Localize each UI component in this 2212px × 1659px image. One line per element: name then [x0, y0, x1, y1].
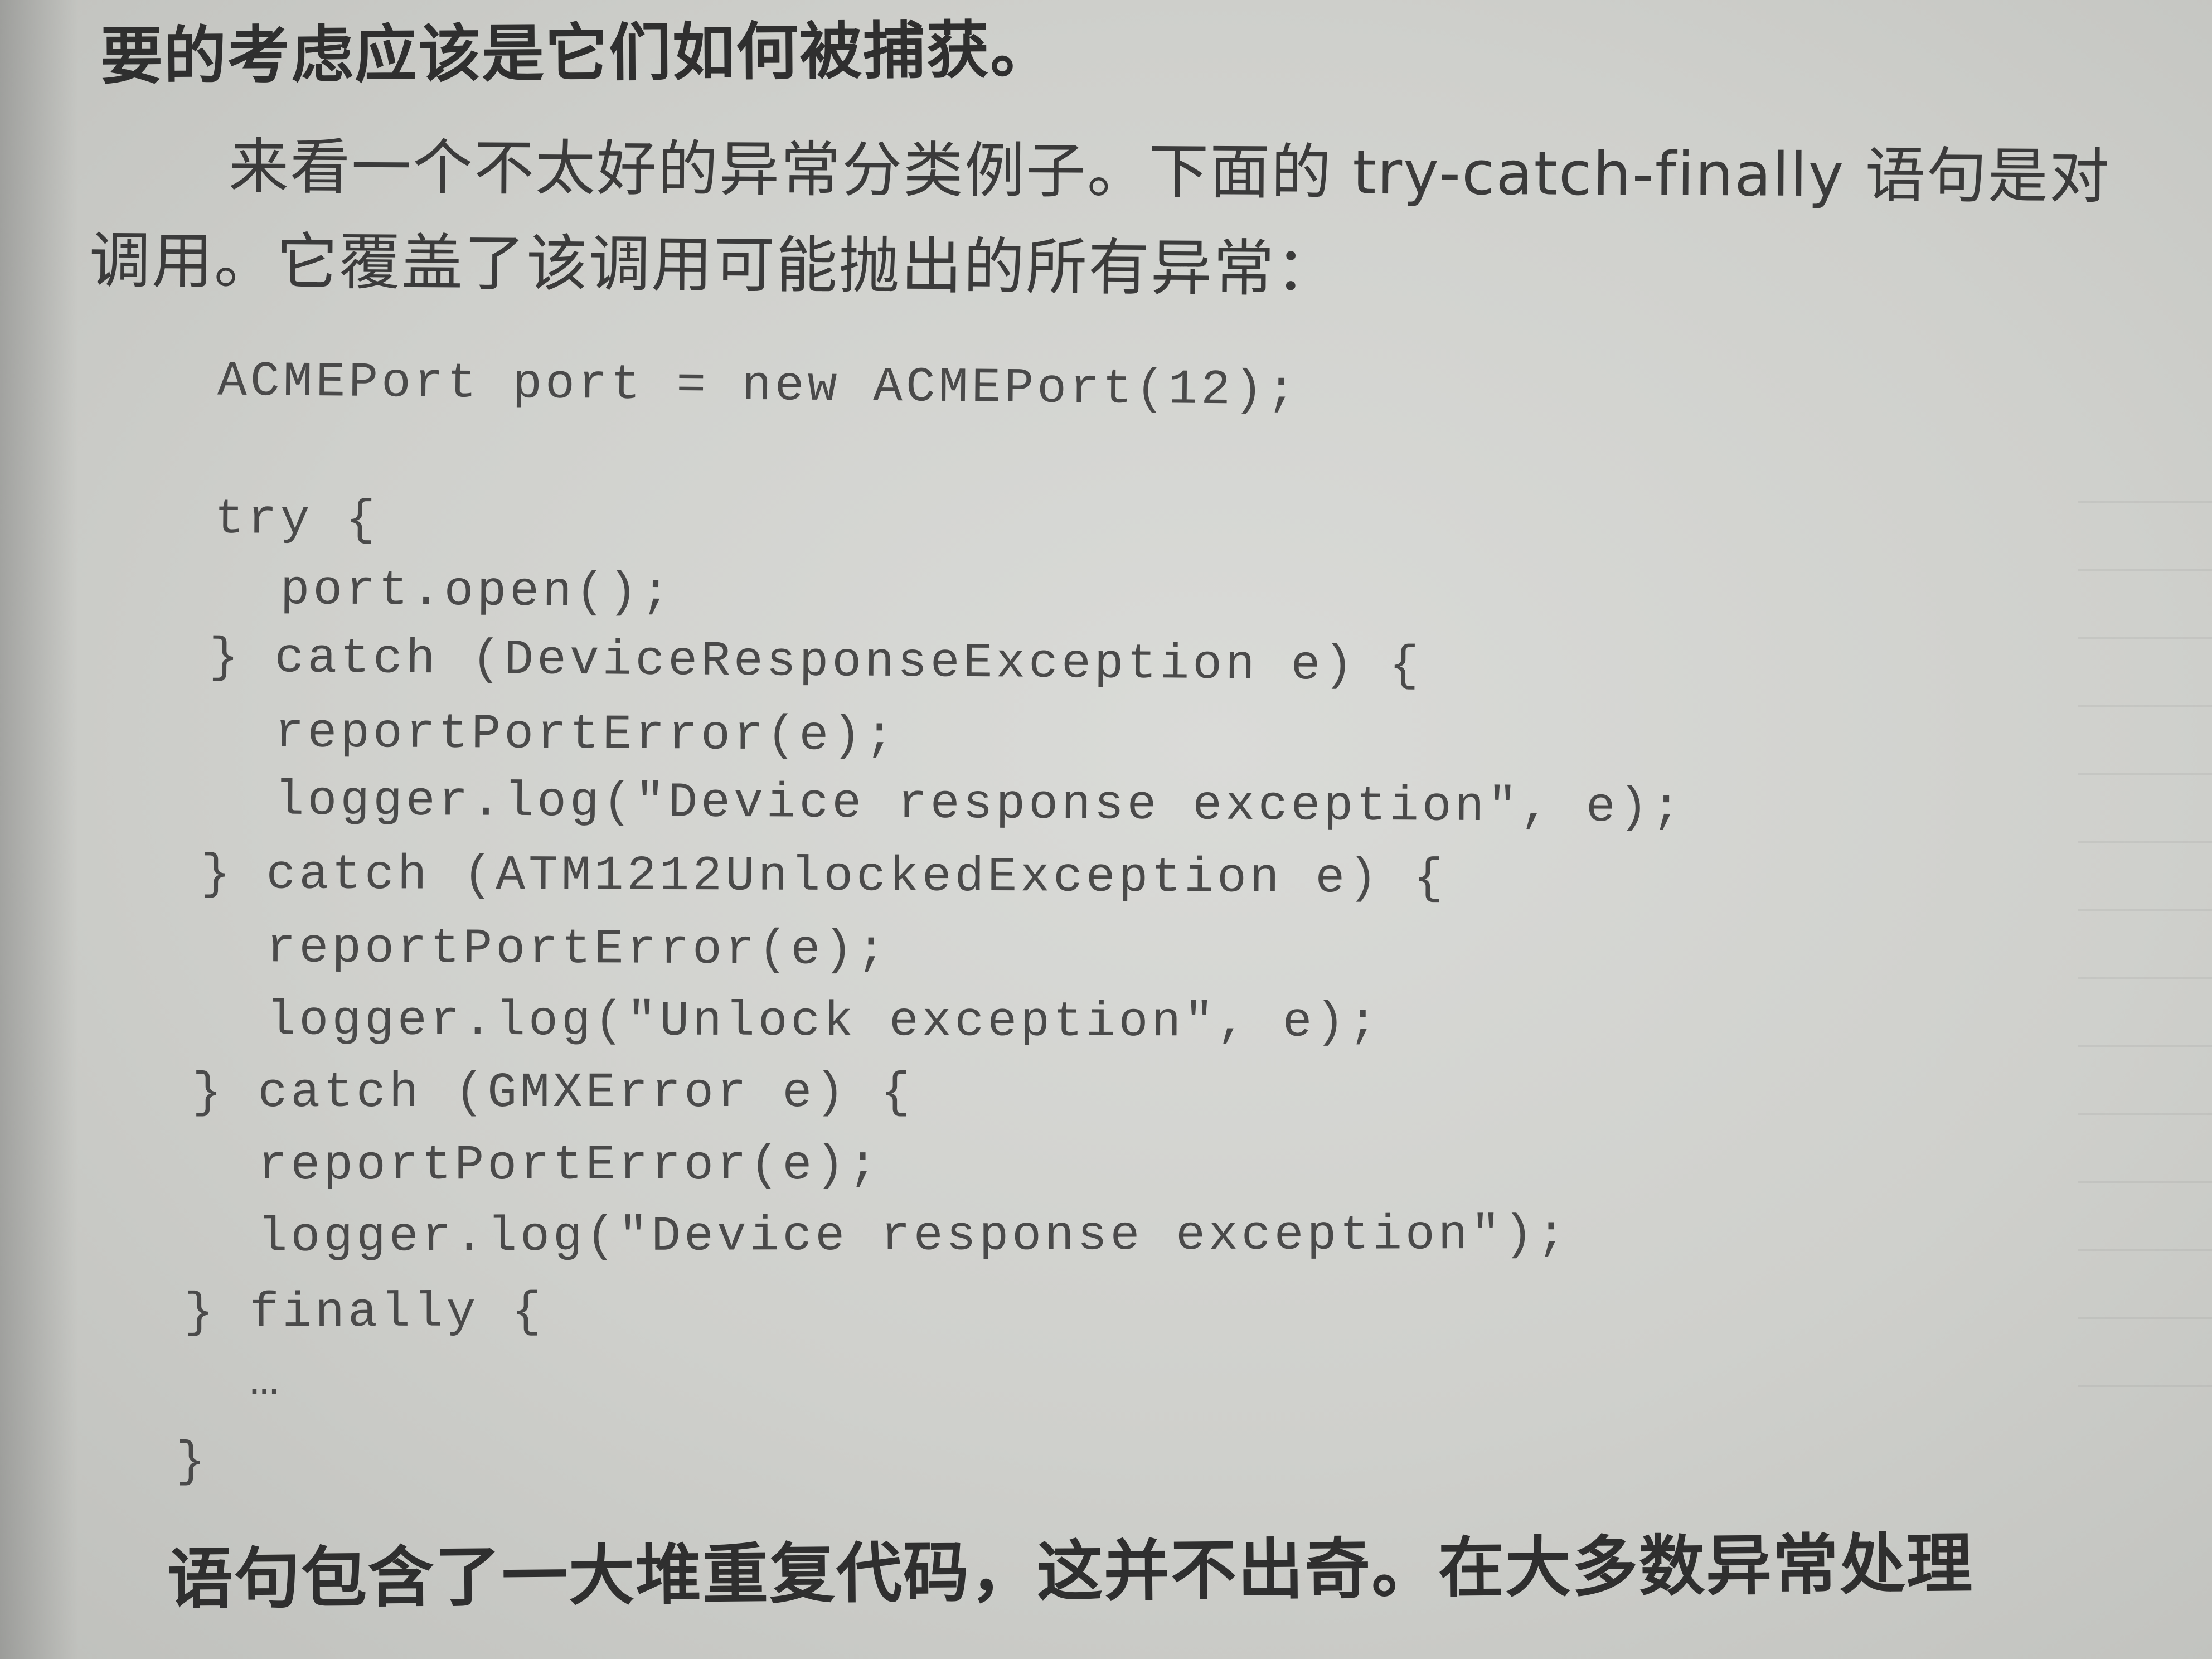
code-line-9: logger.log("Unlock exception", e); — [200, 993, 1381, 1051]
code-line-11: reportPortError(e); — [192, 1138, 881, 1194]
page-gutter-shadow — [0, 0, 78, 1659]
code-line-13: } finally { — [183, 1285, 545, 1341]
prose-line-3: 调用。它覆盖了该调用可能抛出的所有异常： — [89, 225, 1338, 305]
code-line-4: } catch (DeviceResponseException e) { — [208, 630, 1423, 695]
code-line-3: port.open(); — [214, 562, 674, 621]
prose-line-2: 来看一个不太好的异常分类例子。下面的 try-catch-finally 语句是… — [228, 132, 2111, 212]
code-line-12: logger.log("Device response exception"); — [192, 1207, 1570, 1266]
code-line-1: ACMEPort port = new ACMEPort(12); — [217, 354, 1300, 419]
code-line-7: } catch (ATM1212UnlockedException e) { — [200, 847, 1447, 907]
code-line-5: reportPortError(e); — [208, 705, 898, 765]
prose-line-4: 语句包含了一大堆重复代码，这并不出奇。在大多数异常处理 — [167, 1525, 1974, 1618]
book-page: 要的考虑应该是它们如何被捕获。 来看一个不太好的异常分类例子。下面的 try-c… — [0, 0, 2212, 1659]
code-line-10: } catch (GMXError e) { — [192, 1066, 914, 1121]
code-line-2: try { — [214, 492, 379, 549]
code-line-15: } — [176, 1435, 208, 1490]
bleed-through-text — [2078, 435, 2212, 1438]
code-line-6: logger.log("Device response exception", … — [208, 773, 1685, 836]
prose-line-1: 要的考虑应该是它们如何被捕获。 — [100, 14, 1054, 93]
code-line-14: … — [184, 1354, 283, 1409]
code-line-8: reportPortError(e); — [200, 920, 890, 979]
